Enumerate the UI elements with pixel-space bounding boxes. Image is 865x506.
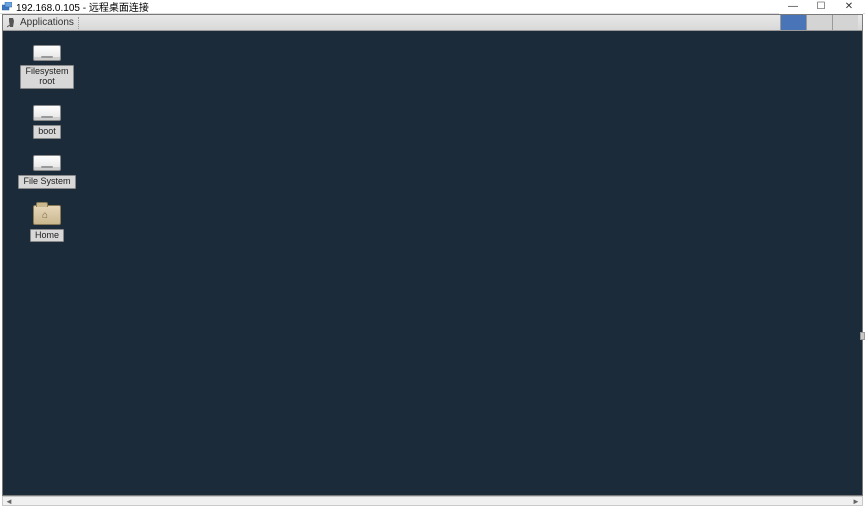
workspace-3-button[interactable] xyxy=(832,15,858,30)
applications-menu-icon[interactable] xyxy=(7,18,17,28)
desktop-icon-label: boot xyxy=(33,125,61,139)
panel-tray xyxy=(780,15,858,30)
desktop-icon-file-system[interactable]: File System xyxy=(17,155,77,189)
home-glyph-icon: ⌂ xyxy=(42,210,48,221)
minimize-button[interactable]: — xyxy=(779,0,807,14)
close-button[interactable]: ✕ xyxy=(835,0,863,14)
desktop-icon-label: File System xyxy=(18,175,75,189)
remote-session-frame: Applications Filesystem root boot File S… xyxy=(2,14,863,496)
desktop-icon-label: Home xyxy=(30,229,64,243)
client-area: Applications Filesystem root boot File S… xyxy=(0,14,865,506)
scroll-left-arrow-icon[interactable]: ◄ xyxy=(3,497,15,506)
drive-icon xyxy=(33,45,61,61)
window-title: 192.168.0.105 - 远程桌面连接 xyxy=(16,0,149,14)
workspace-1-button[interactable] xyxy=(780,15,806,30)
desktop-icon-boot[interactable]: boot xyxy=(17,105,77,139)
workspace-2-button[interactable] xyxy=(806,15,832,30)
applications-menu-label[interactable]: Applications xyxy=(20,17,74,28)
scroll-right-arrow-icon[interactable]: ► xyxy=(850,497,862,506)
horizontal-scrollbar[interactable]: ◄ ► xyxy=(2,496,863,506)
drive-icon xyxy=(33,105,61,121)
home-folder-icon: ⌂ xyxy=(33,205,61,225)
panel-separator xyxy=(78,17,79,29)
rdp-icon xyxy=(2,2,12,12)
window-controls: — ☐ ✕ xyxy=(779,0,863,14)
desktop-icon-label: Filesystem root xyxy=(20,65,73,89)
desktop-icon-home[interactable]: ⌂ Home xyxy=(17,205,77,243)
window-titlebar: 192.168.0.105 - 远程桌面连接 — ☐ ✕ xyxy=(0,0,865,14)
desktop-icon-filesystem-root[interactable]: Filesystem root xyxy=(17,45,77,89)
xfce-panel: Applications xyxy=(3,15,862,31)
vertical-scroll-marker[interactable] xyxy=(860,332,865,340)
desktop[interactable]: Filesystem root boot File System ⌂ Home xyxy=(3,31,862,495)
drive-icon xyxy=(33,155,61,171)
maximize-button[interactable]: ☐ xyxy=(807,0,835,14)
